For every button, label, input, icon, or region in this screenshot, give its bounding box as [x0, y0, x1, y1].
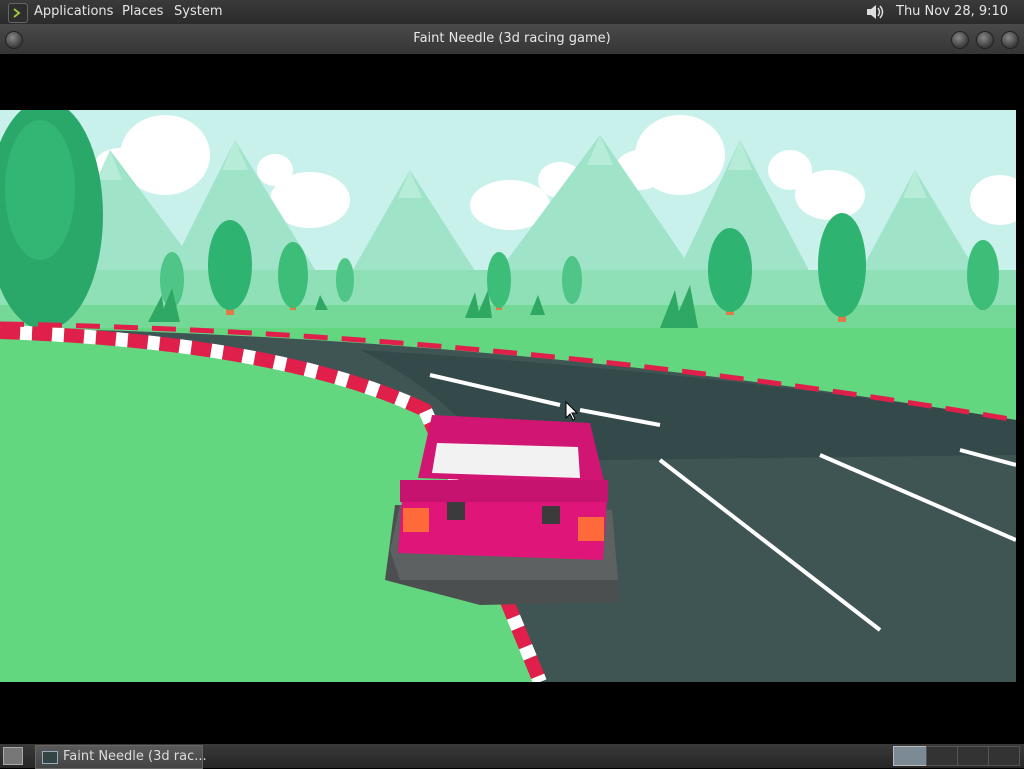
window-title: Faint Needle (3d racing game) [413, 31, 611, 46]
system-menu[interactable]: System [174, 0, 222, 24]
top-panel: Applications Places System Thu Nov 28, 9… [0, 0, 1024, 43]
window-icon [42, 751, 58, 764]
workspace-2[interactable] [926, 746, 958, 766]
workspace-3[interactable] [957, 746, 989, 766]
workspace-4[interactable] [988, 746, 1020, 766]
taskbar-window-button[interactable]: Faint Needle (3d rac... [35, 745, 207, 769]
show-desktop-icon[interactable] [3, 747, 23, 765]
window-titlebar[interactable]: Faint Needle (3d racing game) [0, 24, 1024, 54]
minimize-button[interactable] [951, 31, 969, 49]
applications-menu[interactable]: Applications [34, 0, 113, 24]
window-menu-button[interactable] [5, 31, 23, 49]
maximize-button[interactable] [976, 31, 994, 49]
bottom-panel: Faint Needle (3d rac... [0, 744, 1024, 769]
volume-icon[interactable] [864, 3, 886, 21]
game-viewport[interactable] [0, 110, 1016, 682]
places-menu[interactable]: Places [122, 0, 163, 24]
close-button[interactable] [1001, 31, 1019, 49]
clock[interactable]: Thu Nov 28, 9:10 PM [896, 0, 1024, 43]
taskbar-window-label: Faint Needle (3d rac... [63, 749, 207, 764]
terminal-icon[interactable] [8, 3, 28, 23]
game-scene [0, 110, 1016, 682]
workspace-switcher-icon[interactable] [893, 746, 927, 766]
